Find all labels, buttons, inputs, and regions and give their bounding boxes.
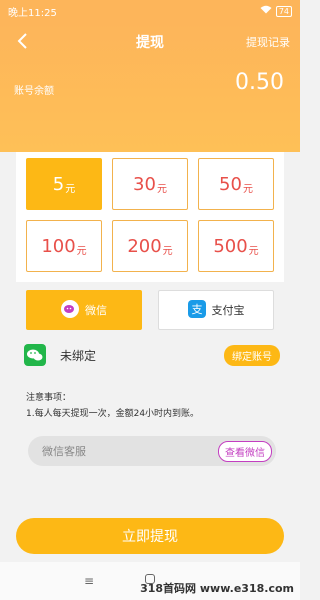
balance-value: 0.50 [235, 70, 284, 95]
amount-option-5[interactable]: 5元 [26, 158, 102, 210]
withdraw-now-button[interactable]: 立即提现 [16, 518, 284, 554]
alipay-label: 支付宝 [211, 304, 245, 317]
watermark: 318首码网 www.e318.com [140, 582, 294, 595]
amount-unit: 元 [162, 245, 173, 257]
withdraw-records-link[interactable]: 提现记录 [246, 34, 290, 50]
wechat-icon [61, 299, 79, 321]
notice: 注意事项： 1.每人每天提现一次，金额24小时内到账。 [26, 390, 199, 422]
balance-label: 账号余额 [14, 86, 54, 97]
wifi-icon [260, 5, 272, 17]
system-navbar: ≡ 318首码网 www.e318.com [0, 562, 300, 600]
menu-icon[interactable]: ≡ [84, 574, 94, 588]
header: 提现 提现记录 账号余额 0.50 [0, 22, 300, 152]
status-bar: 晚上11:25 74 [0, 0, 300, 22]
notice-title: 注意事项： [26, 393, 72, 403]
amount-option-500[interactable]: 500 元 [198, 220, 274, 272]
wechat-logo-icon [24, 344, 46, 366]
amount-value: 100 [41, 235, 76, 257]
amount-value: 500 [213, 235, 248, 257]
service-label: 微信客服 [42, 445, 86, 458]
amount-value: 30 [133, 173, 156, 195]
amount-value: 200 [127, 235, 162, 257]
amount-unit: 元 [156, 183, 167, 195]
amount-unit: 元 [65, 183, 76, 195]
amount-option-50[interactable]: 50 元 [198, 158, 274, 210]
amount-option-200[interactable]: 200 元 [112, 220, 188, 272]
amount-value: 50 [219, 173, 242, 195]
amount-value: 5 [52, 173, 65, 195]
amount-unit: 元 [242, 183, 253, 195]
battery-icon: 74 [275, 5, 292, 17]
svg-text:支: 支 [191, 303, 202, 316]
status-icons: 74 [260, 5, 292, 17]
alipay-icon: 支 [187, 299, 206, 321]
amount-unit: 元 [76, 245, 87, 257]
amount-option-100[interactable]: 100 元 [26, 220, 102, 272]
status-time: 晚上11:25 [8, 7, 57, 19]
amount-unit: 元 [248, 245, 259, 257]
bind-account-button[interactable]: 绑定账号 [224, 344, 280, 366]
amount-option-30[interactable]: 30 元 [112, 158, 188, 210]
binding-row: 未绑定 绑定账号 [24, 340, 280, 370]
customer-service-bar: 微信客服 查看微信 [28, 436, 276, 466]
view-wechat-button[interactable]: 查看微信 [218, 440, 272, 462]
binding-status: 未绑定 [60, 348, 97, 363]
wechat-pay-option[interactable]: 微信 [26, 290, 142, 330]
wechat-pay-label: 微信 [85, 304, 107, 317]
notice-line: 1.每人每天提现一次，金额24小时内到账。 [26, 409, 200, 419]
alipay-option[interactable]: 支 支付宝 [158, 290, 274, 330]
